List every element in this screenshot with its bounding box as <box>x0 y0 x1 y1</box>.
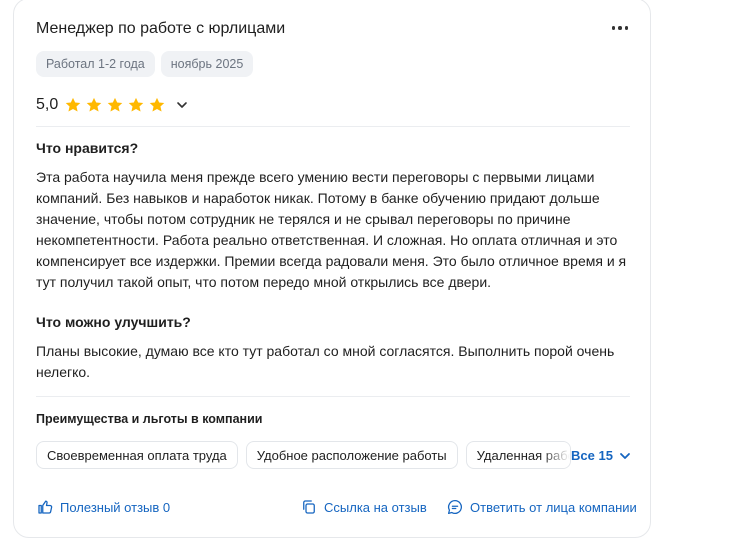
benefits-heading: Преимущества и льготы в компании <box>36 412 263 426</box>
divider <box>36 396 630 397</box>
all-benefits-label: Все 15 <box>571 448 613 463</box>
review-title: Менеджер по работе с юрлицами <box>36 20 286 37</box>
thumb-up-icon <box>38 500 53 514</box>
star-icon <box>128 97 144 112</box>
chevron-down-icon <box>177 102 188 108</box>
more-horizontal-icon <box>611 26 616 30</box>
likes-text: Эта работа научила меня прежде всего уме… <box>36 169 627 290</box>
chat-bubble-icon <box>447 499 462 515</box>
reply-label: Ответить от лица компании <box>470 499 637 515</box>
chevron-down-icon <box>620 452 630 459</box>
experience-tag: Работал 1-2 года <box>36 51 155 77</box>
helpful-label: Полезный отзыв 0 <box>60 499 171 515</box>
benefit-chip[interactable]: Удобное расположение работы <box>245 441 458 469</box>
date-tag: ноябрь 2025 <box>160 51 254 77</box>
benefit-chip-label: Удаленная работа <box>476 447 570 463</box>
likes-heading: Что нравится? <box>36 140 139 156</box>
more-options-button[interactable] <box>608 18 632 38</box>
star-icon <box>107 97 123 112</box>
improve-heading: Что можно улучшить? <box>36 314 191 330</box>
benefit-chip[interactable]: Удаленная работа <box>465 441 571 469</box>
rating-row: 5,0 <box>36 96 191 114</box>
reply-as-company-button[interactable]: Ответить от лица компании <box>446 498 637 516</box>
copy-link-button[interactable]: Ссылка на отзыв <box>300 498 427 516</box>
benefits-list: Своевременная оплата труда Удобное распо… <box>36 441 571 469</box>
improve-text: Планы высокие, думаю все кто тут работал… <box>36 343 615 380</box>
helpful-button[interactable]: Полезный отзыв 0 <box>36 498 170 516</box>
divider <box>36 126 630 127</box>
rating-value: 5,0 <box>36 96 59 113</box>
star-icon <box>149 97 165 112</box>
review-tags: Работал 1-2 года ноябрь 2025 <box>36 51 254 77</box>
benefit-chip[interactable]: Своевременная оплата труда <box>36 441 238 469</box>
star-icon <box>86 97 102 112</box>
copy-icon <box>303 500 315 514</box>
rating-stars <box>64 96 166 114</box>
all-benefits-button[interactable]: Все 15 <box>571 448 631 463</box>
rating-details-toggle[interactable] <box>173 96 191 114</box>
copy-link-label: Ссылка на отзыв <box>324 499 427 515</box>
review-card: Менеджер по работе с юрлицами Работал 1-… <box>13 0 651 538</box>
star-icon <box>65 97 81 112</box>
